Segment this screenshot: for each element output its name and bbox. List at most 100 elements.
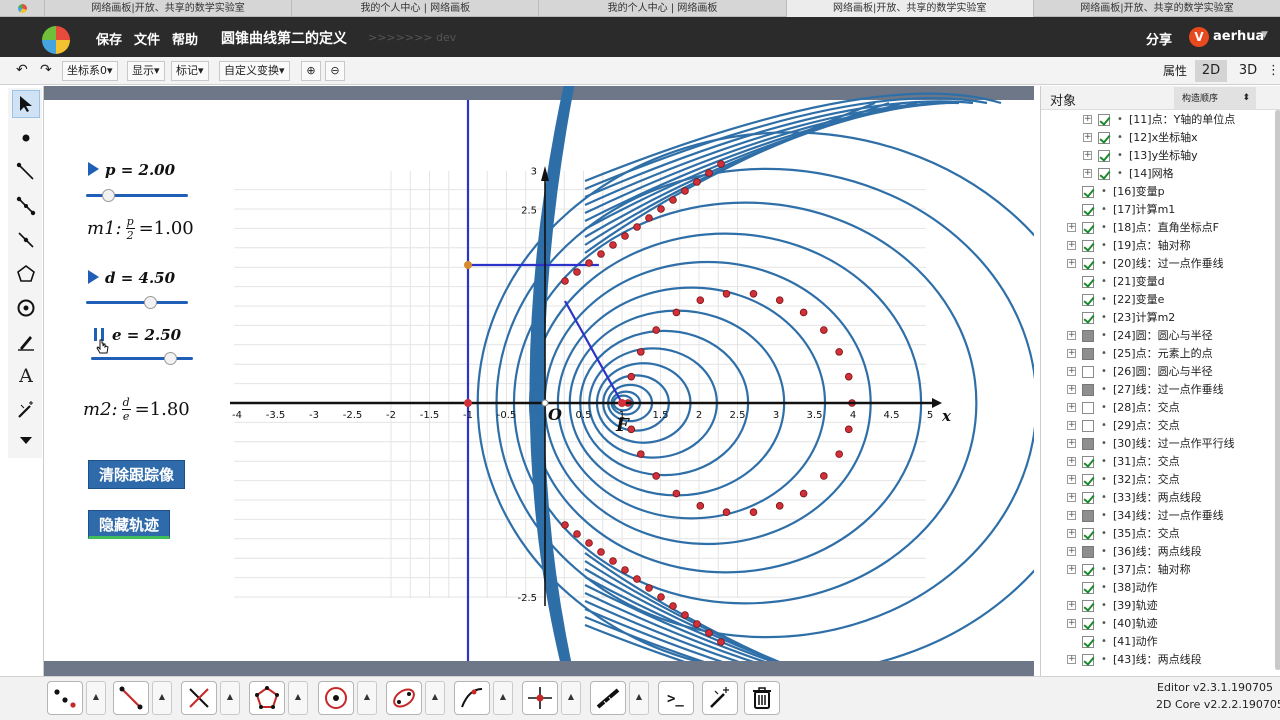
mark-dropdown[interactable]: 标记▾ — [171, 61, 209, 81]
visibility-checkbox[interactable] — [1082, 564, 1094, 576]
expand-icon[interactable]: + — [1067, 547, 1076, 556]
object-item[interactable]: • [21]变量d — [1041, 273, 1275, 291]
browser-tab-3[interactable]: 我的个人中心 | 网络画板 — [538, 0, 785, 17]
redo-icon[interactable]: ↷ — [36, 61, 58, 81]
slider-p[interactable] — [86, 188, 188, 202]
conic-tools-caret[interactable]: ▲ — [425, 681, 445, 715]
visibility-checkbox[interactable] — [1082, 348, 1094, 360]
expand-icon[interactable]: + — [1067, 403, 1076, 412]
visibility-checkbox[interactable] — [1082, 600, 1094, 612]
measure-tools-icon[interactable] — [590, 681, 626, 715]
visibility-checkbox[interactable] — [1082, 366, 1094, 378]
expand-icon[interactable]: + — [1067, 601, 1076, 610]
expand-icon[interactable]: + — [1067, 493, 1076, 502]
expand-icon[interactable]: + — [1067, 421, 1076, 430]
visibility-checkbox[interactable] — [1082, 222, 1094, 234]
object-item[interactable]: + • [27]线：过一点作垂线 — [1041, 381, 1275, 399]
visibility-checkbox[interactable] — [1082, 528, 1094, 540]
expand-icon[interactable]: + — [1067, 457, 1076, 466]
object-item[interactable]: + • [13]y坐标轴y — [1041, 147, 1275, 165]
circle-tool-icon[interactable] — [12, 294, 40, 322]
menu-help[interactable]: 帮助 — [172, 29, 198, 48]
object-item[interactable]: + • [12]x坐标轴x — [1041, 129, 1275, 147]
object-item[interactable]: + • [31]点：交点 — [1041, 453, 1275, 471]
curve-tools-caret[interactable]: ▲ — [493, 681, 513, 715]
object-item[interactable]: + • [43]线：两点线段 — [1041, 651, 1275, 669]
more-icon[interactable]: ⋮ — [1267, 60, 1280, 82]
object-item[interactable]: + • [39]轨迹 — [1041, 597, 1275, 615]
object-item[interactable]: + • [24]圆：圆心与半径 — [1041, 327, 1275, 345]
visibility-checkbox[interactable] — [1082, 474, 1094, 486]
expand-icon[interactable]: + — [1067, 331, 1076, 340]
slider-e-knob[interactable] — [163, 352, 177, 365]
polygon-tool-icon[interactable] — [12, 260, 40, 288]
expand-icon[interactable]: + — [1067, 529, 1076, 538]
visibility-checkbox[interactable] — [1082, 204, 1094, 216]
play-p-icon[interactable] — [88, 162, 99, 176]
object-item[interactable]: • [38]动作 — [1041, 579, 1275, 597]
logo-icon[interactable] — [42, 26, 70, 54]
line-tool-icon[interactable] — [12, 158, 40, 186]
slider-d[interactable] — [86, 295, 188, 309]
object-item[interactable]: + • [18]点：直角坐标点F — [1041, 219, 1275, 237]
visibility-checkbox[interactable] — [1082, 636, 1094, 648]
user-name[interactable]: aerhua — [1213, 29, 1264, 44]
segment-tools-caret[interactable]: ▲ — [152, 681, 172, 715]
point-tool-icon[interactable] — [12, 124, 40, 152]
hide-locus-button[interactable]: 隐藏轨迹 — [88, 510, 171, 539]
visibility-checkbox[interactable] — [1082, 402, 1094, 414]
expand-icon[interactable]: + — [1067, 259, 1076, 268]
expand-icon[interactable]: + — [1067, 349, 1076, 358]
visibility-checkbox[interactable] — [1098, 132, 1110, 144]
expand-icon[interactable]: + — [1083, 133, 1092, 142]
zoom-in-icon[interactable]: ⊕ — [301, 61, 321, 81]
object-item[interactable]: + • [29]点：交点 — [1041, 417, 1275, 435]
visibility-checkbox[interactable] — [1098, 168, 1110, 180]
visibility-checkbox[interactable] — [1082, 312, 1094, 324]
plot-svg[interactable]: -4 -3.5 -3 -2.5 -2 -1.5 -1 -0.5 0.5 1 1.5 2 2.5 3 3.5 4… — [44, 86, 1034, 676]
zoom-out-icon[interactable]: ⊖ — [325, 61, 345, 81]
ray-tool-icon[interactable] — [12, 226, 40, 254]
object-item[interactable]: • [16]变量p — [1041, 183, 1275, 201]
expand-icon[interactable]: + — [1083, 151, 1092, 160]
visibility-checkbox[interactable] — [1082, 510, 1094, 522]
expand-icon[interactable]: + — [1067, 223, 1076, 232]
circle-tools-icon[interactable] — [318, 681, 354, 715]
more-tools-chevron-down-icon[interactable] — [12, 426, 40, 454]
command-tool-icon[interactable]: >_ — [658, 681, 694, 715]
segment-tool-icon[interactable] — [12, 192, 40, 220]
expand-icon[interactable]: + — [1067, 241, 1076, 250]
perpendicular-tools-icon[interactable] — [181, 681, 217, 715]
object-item[interactable]: + • [20]线：过一点作垂线 — [1041, 255, 1275, 273]
expand-icon[interactable]: + — [1067, 565, 1076, 574]
object-item[interactable]: + • [26]圆：圆心与半径 — [1041, 363, 1275, 381]
expand-icon[interactable]: + — [1083, 169, 1092, 178]
object-item[interactable]: + • [37]点：轴对称 — [1041, 561, 1275, 579]
expand-icon[interactable]: + — [1083, 115, 1092, 124]
slider-p-knob[interactable] — [102, 189, 116, 202]
coordinate-system-dropdown[interactable]: 坐标系0▾ — [62, 61, 118, 81]
browser-tab-2[interactable]: 我的个人中心 | 网络画板 — [291, 0, 538, 17]
expand-icon[interactable]: + — [1067, 511, 1076, 520]
visibility-checkbox[interactable] — [1082, 330, 1094, 342]
visibility-checkbox[interactable] — [1082, 384, 1094, 396]
tab-2d[interactable]: 2D — [1195, 60, 1227, 82]
scrollbar-thumb[interactable] — [1275, 110, 1280, 670]
polygon-tools-caret[interactable]: ▲ — [288, 681, 308, 715]
expand-icon[interactable]: + — [1067, 475, 1076, 484]
expand-icon[interactable]: + — [1067, 655, 1076, 664]
expand-icon[interactable]: + — [1067, 439, 1076, 448]
object-item[interactable]: • [22]变量e — [1041, 291, 1275, 309]
visibility-checkbox[interactable] — [1082, 618, 1094, 630]
object-item[interactable]: • [17]计算m1 — [1041, 201, 1275, 219]
slider-d-knob[interactable] — [143, 296, 157, 309]
trash-icon[interactable] — [744, 681, 780, 715]
visibility-checkbox[interactable] — [1082, 546, 1094, 558]
menu-file[interactable]: 文件 — [134, 29, 160, 48]
polygon-tools-icon[interactable] — [249, 681, 285, 715]
points-tool-caret[interactable]: ▲ — [86, 681, 106, 715]
user-menu-chevron-icon[interactable]: ▼ — [1261, 30, 1268, 40]
object-item[interactable]: • [23]计算m2 — [1041, 309, 1275, 327]
visibility-checkbox[interactable] — [1082, 276, 1094, 288]
document-title[interactable]: 圆锥曲线第二的定义 — [221, 28, 347, 48]
